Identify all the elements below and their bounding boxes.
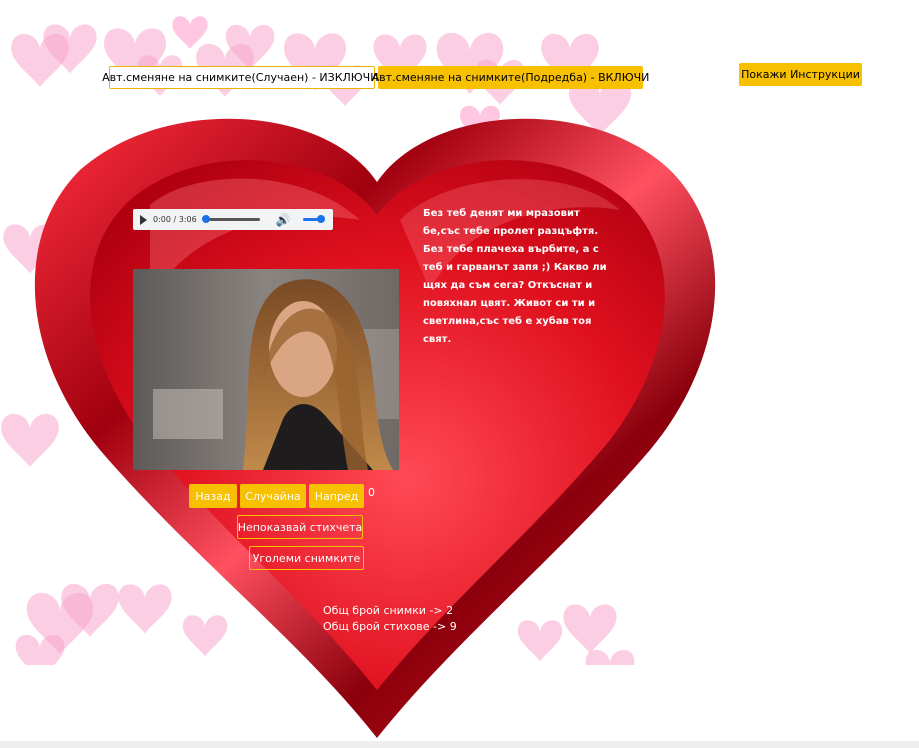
- hide-poems-button[interactable]: Непоказвай стихчета: [237, 515, 363, 539]
- random-photo-button[interactable]: Случайна: [240, 484, 306, 508]
- next-button[interactable]: Напред: [309, 484, 364, 508]
- volume-icon[interactable]: 🔊: [276, 213, 291, 227]
- audio-progress-thumb[interactable]: [201, 215, 210, 223]
- totals-info: Общ брой снимки -> 2 Общ брой стихове ->…: [323, 603, 457, 635]
- poem-text: Без теб денят ми мразовит бе,със тебе пр…: [423, 208, 607, 345]
- total-photos: Общ брой снимки -> 2: [323, 604, 454, 617]
- random-slideshow-toggle-button[interactable]: Авт.сменяне на снимките(Случаен) - ИЗКЛЮ…: [102, 66, 382, 89]
- slideshow-photo: [133, 269, 399, 470]
- play-icon[interactable]: [140, 214, 147, 225]
- ordered-slideshow-toggle-button[interactable]: Авт.сменяне на снимките(Подредба) - ВКЛЮ…: [372, 66, 649, 89]
- audio-player[interactable]: 0:00 / 3:06 🔊: [133, 209, 333, 230]
- audio-progress-slider[interactable]: [201, 215, 260, 223]
- total-poems: Общ брой стихове -> 9: [323, 620, 457, 633]
- show-instructions-button[interactable]: Покажи Инструкции: [739, 63, 862, 86]
- previous-button[interactable]: Назад: [189, 484, 237, 508]
- enlarge-photos-button[interactable]: Уголеми снимките: [249, 546, 364, 570]
- horizontal-scrollbar[interactable]: [0, 741, 919, 748]
- volume-thumb[interactable]: [316, 215, 325, 223]
- photo-index: 0: [368, 486, 375, 499]
- volume-slider[interactable]: [302, 215, 325, 223]
- audio-time: 0:00 / 3:06: [153, 215, 197, 224]
